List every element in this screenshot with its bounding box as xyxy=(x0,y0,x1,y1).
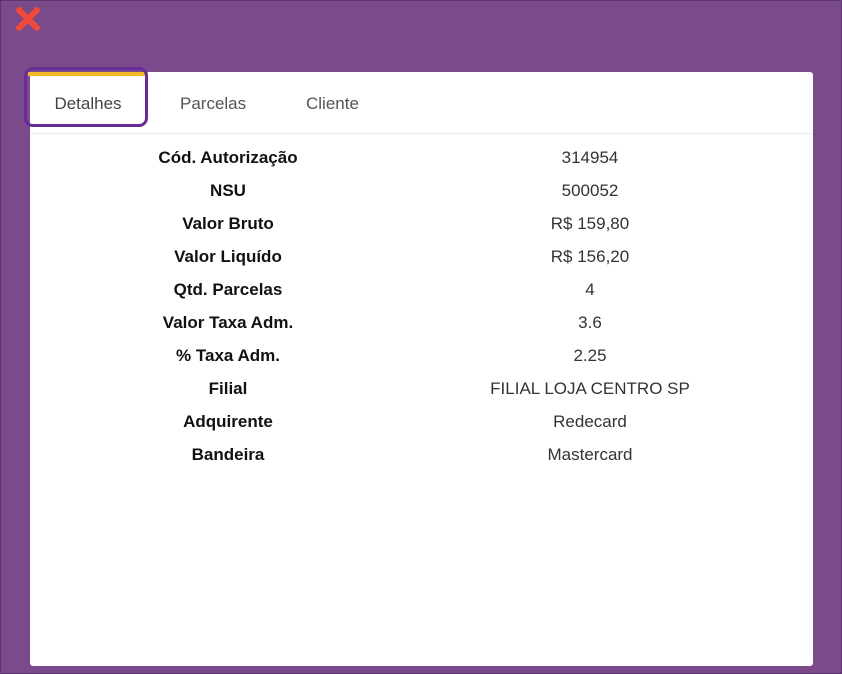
detail-row: Adquirente Redecard xyxy=(30,412,813,445)
detail-label: Valor Liquído xyxy=(174,247,282,266)
close-icon xyxy=(16,7,40,31)
detail-row: Valor Bruto R$ 159,80 xyxy=(30,214,813,247)
details-panel: Detalhes Parcelas Cliente Cód. Autorizaç… xyxy=(24,67,813,666)
detail-row: Filial FILIAL LOJA CENTRO SP xyxy=(30,379,813,412)
tab-label: Cliente xyxy=(306,94,359,113)
detail-value: 3.6 xyxy=(578,313,602,332)
detail-value: Mastercard xyxy=(547,445,633,464)
tab-label: Detalhes xyxy=(54,94,122,113)
tab-parcelas[interactable]: Parcelas xyxy=(180,72,246,133)
detail-row: Qtd. Parcelas 4 xyxy=(30,280,813,313)
detail-value: 500052 xyxy=(561,181,619,200)
tab-bar: Detalhes Parcelas Cliente xyxy=(24,67,813,134)
detail-label: NSU xyxy=(210,181,246,200)
detail-label: Valor Taxa Adm. xyxy=(162,313,294,332)
detail-row: Cód. Autorização 314954 xyxy=(30,148,813,181)
detail-label: Qtd. Parcelas xyxy=(173,280,283,299)
tab-label: Parcelas xyxy=(180,94,247,113)
detail-value: 2.25 xyxy=(573,346,607,365)
detail-label: Bandeira xyxy=(191,445,265,464)
tab-cliente[interactable]: Cliente xyxy=(306,72,359,133)
detail-label: Cód. Autorização xyxy=(158,148,298,167)
detail-value: R$ 156,20 xyxy=(550,247,630,266)
detail-value: R$ 159,80 xyxy=(550,214,630,233)
detail-label: Adquirente xyxy=(183,412,273,431)
detail-value: Redecard xyxy=(553,412,627,431)
close-button[interactable] xyxy=(14,6,42,32)
detail-label: % Taxa Adm. xyxy=(176,346,280,365)
modal-backdrop: Detalhes Parcelas Cliente Cód. Autorizaç… xyxy=(0,0,842,674)
detail-row: Bandeira Mastercard xyxy=(30,445,813,478)
detail-value: FILIAL LOJA CENTRO SP xyxy=(490,379,690,398)
details-list: Cód. Autorização 314954 NSU 500052 Valor… xyxy=(30,148,813,478)
detail-value: 314954 xyxy=(561,148,619,167)
detail-row: NSU 500052 xyxy=(30,181,813,214)
detail-row: Valor Liquído R$ 156,20 xyxy=(30,247,813,280)
detail-value: 4 xyxy=(585,280,595,299)
detail-row: Valor Taxa Adm. 3.6 xyxy=(30,313,813,346)
detail-row: % Taxa Adm. 2.25 xyxy=(30,346,813,379)
detail-label: Valor Bruto xyxy=(182,214,274,233)
detail-label: Filial xyxy=(208,379,248,398)
tab-detalhes[interactable]: Detalhes xyxy=(24,67,148,133)
